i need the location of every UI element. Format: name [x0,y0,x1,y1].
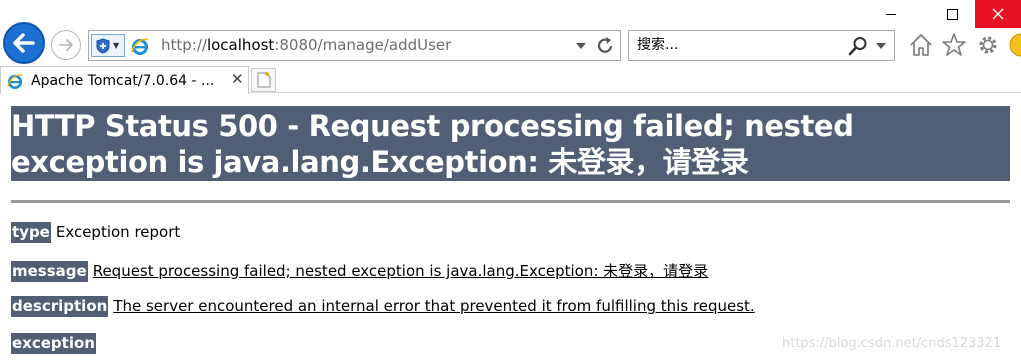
url-path: :8080/manage/addUser [274,36,452,54]
maximize-icon [946,8,958,20]
minimize-icon [886,13,896,15]
compat-view-button[interactable]: ▼ [91,34,125,57]
description-value: The server encountered an internal error… [113,297,755,315]
type-value: Exception report [55,223,181,241]
ie-logo-icon [131,38,149,55]
address-dropdown-icon[interactable] [576,43,586,49]
smiley-icon[interactable] [1008,32,1021,58]
exception-label: exception [11,333,96,354]
ie-logo-icon [7,73,23,89]
back-arrow-icon [13,33,35,53]
maximize-button[interactable] [929,0,975,28]
type-row: type Exception report [11,222,181,243]
tab-tomcat[interactable]: Apache Tomcat/7.0.64 - ... ✕ [0,66,249,94]
search-dropdown-icon[interactable] [876,43,886,49]
page-content: HTTP Status 500 - Request processing fai… [11,106,1010,354]
search-input[interactable] [637,37,837,53]
watermark: https://blog.csdn.net/cnds123321 [782,336,1002,351]
home-icon[interactable] [908,32,934,58]
minimize-button[interactable] [868,0,914,28]
forward-button[interactable] [51,30,81,60]
new-tab-button[interactable] [251,68,276,92]
exception-row: exception [11,333,101,354]
search-box[interactable] [628,30,895,61]
tab-title: Apache Tomcat/7.0.64 - ... [31,72,215,89]
url-host: localhost [206,36,275,54]
description-label: description [11,296,109,317]
tab-bar: Apache Tomcat/7.0.64 - ... ✕ [0,66,1021,94]
message-value: Request processing failed; nested except… [92,262,709,280]
message-row: message Request processing failed; nested… [11,260,709,282]
description-row: description The server encountered an int… [11,296,755,317]
message-label: message [11,261,88,282]
address-bar[interactable]: ▼ http://localhost:8080/manage/addUser [88,30,621,61]
close-window-button[interactable] [975,0,1021,28]
chevron-down-icon: ▼ [113,41,120,50]
error-heading: HTTP Status 500 - Request processing fai… [11,106,1010,181]
search-icon[interactable] [847,36,869,56]
refresh-icon[interactable] [595,35,615,57]
type-label: type [11,222,51,243]
divider [11,200,1010,203]
back-button[interactable] [3,22,45,64]
url-prefix: http:// [161,36,207,54]
new-tab-icon [257,72,270,88]
url-text[interactable]: http://localhost:8080/manage/addUser [161,36,451,54]
shield-plus-icon [96,37,110,54]
star-icon[interactable] [941,32,967,58]
forward-arrow-icon [59,39,73,51]
tab-close-button[interactable]: ✕ [231,70,244,88]
window-titlebar [0,0,1021,28]
close-icon [992,8,1004,20]
gear-icon[interactable] [975,32,1001,58]
